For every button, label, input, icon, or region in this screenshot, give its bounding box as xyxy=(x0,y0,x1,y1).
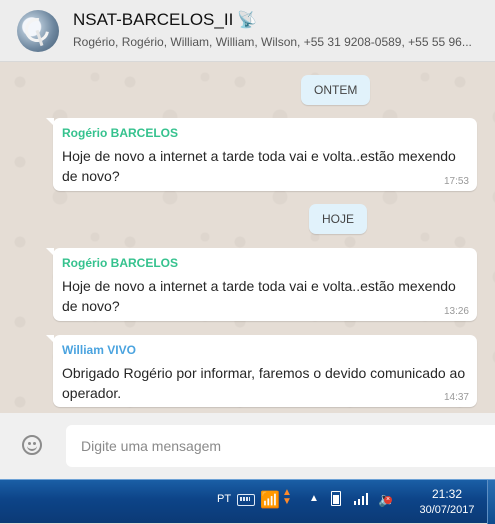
message-text: Obrigado Rogério por informar, faremos o… xyxy=(62,365,466,401)
smiley-icon[interactable] xyxy=(22,435,42,455)
message-sender: William VIVO xyxy=(62,343,136,357)
group-avatar[interactable] xyxy=(17,10,59,52)
message-bubble[interactable]: Rogério BARCELOS Hoje de novo a internet… xyxy=(46,248,477,321)
date-divider-label: ONTEM xyxy=(314,83,358,97)
message-sender: Rogério BARCELOS xyxy=(62,256,179,270)
message-time: 17:53 xyxy=(443,176,469,187)
message-list[interactable]: ONTEM Rogério BARCELOS Hoje de novo a in… xyxy=(0,62,495,413)
language-indicator[interactable]: PT xyxy=(217,493,231,505)
chat-title[interactable]: NSAT-BARCELOS_II 📡 xyxy=(73,10,257,30)
message-input[interactable] xyxy=(66,425,495,467)
message-time: 14:37 xyxy=(443,392,469,403)
volume-muted-icon[interactable]: 🔈× xyxy=(378,491,395,508)
satellite-antenna-icon: 📡 xyxy=(237,12,258,29)
message-composer xyxy=(0,413,495,479)
system-clock[interactable]: 21:32 30/07/2017 xyxy=(411,487,483,516)
date-divider: ONTEM xyxy=(301,75,371,105)
message-text: Hoje de novo a internet a tarde toda vai… xyxy=(62,148,456,184)
show-desktop-button[interactable] xyxy=(487,480,495,524)
signal-strength-icon[interactable] xyxy=(354,493,368,505)
message-text: Hoje de novo a internet a tarde toda vai… xyxy=(62,278,456,314)
chat-participants[interactable]: Rogério, Rogério, William, William, Wils… xyxy=(73,35,491,49)
chat-title-text: NSAT-BARCELOS_II xyxy=(73,10,234,29)
battery-icon[interactable] xyxy=(331,491,341,506)
message-sender: Rogério BARCELOS xyxy=(62,126,179,140)
message-time: 13:26 xyxy=(443,306,469,317)
windows-taskbar: PT 📶 ▲▼ ▲ 🔈× 21:32 30/07/2017 xyxy=(0,479,495,524)
transfer-arrows-icon[interactable]: ▲ ▼ xyxy=(282,488,292,507)
clock-time: 21:32 xyxy=(431,487,463,501)
message-bubble[interactable]: Rogério BARCELOS Hoje de novo a internet… xyxy=(46,118,477,191)
clock-date: 30/07/2017 xyxy=(419,504,475,516)
keyboard-icon[interactable] xyxy=(237,494,255,506)
show-hidden-icons-icon[interactable]: ▲ xyxy=(309,493,319,504)
message-bubble[interactable]: William VIVO Obrigado Rogério por inform… xyxy=(46,335,477,407)
date-divider: HOJE xyxy=(309,204,368,234)
network-icon[interactable]: 📶 xyxy=(260,490,280,510)
chat-header[interactable]: NSAT-BARCELOS_II 📡 Rogério, Rogério, Will… xyxy=(0,0,495,62)
whatsapp-window: NSAT-BARCELOS_II 📡 Rogério, Rogério, Will… xyxy=(0,0,495,479)
date-divider-label: HOJE xyxy=(322,212,355,226)
